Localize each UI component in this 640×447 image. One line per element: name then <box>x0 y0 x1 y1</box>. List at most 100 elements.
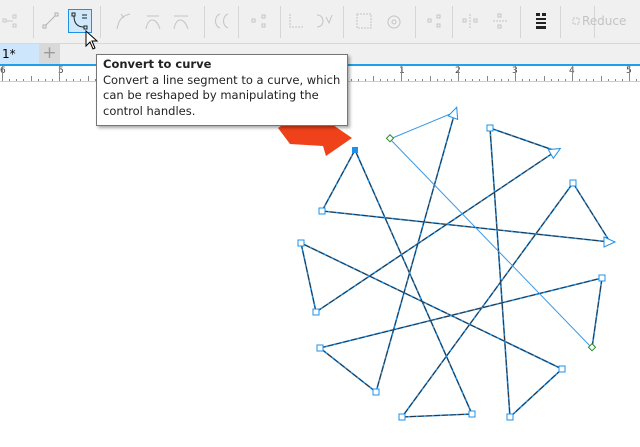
to-line-button[interactable] <box>40 10 62 32</box>
rotate-nodes-button[interactable] <box>383 10 405 32</box>
stretch-nodes-button[interactable] <box>353 10 375 32</box>
selected-segment[interactable] <box>389 111 456 140</box>
add-tab-button[interactable]: + <box>39 44 60 64</box>
ruler-tick <box>365 79 367 81</box>
separator <box>204 6 205 38</box>
ruler-tick <box>557 79 559 81</box>
ruler-tick <box>429 76 431 81</box>
ruler-tick <box>386 79 388 81</box>
ruler-tick <box>629 66 630 81</box>
smooth-node-button[interactable] <box>142 10 164 32</box>
reduce-nodes-button[interactable]: Reduce <box>582 14 626 28</box>
ruler-tick <box>507 79 509 81</box>
end-node-arrow-handle[interactable] <box>603 236 617 248</box>
reverse-direction-button[interactable] <box>210 10 232 32</box>
ruler-tick <box>73 79 75 81</box>
ruler-tick <box>479 79 481 81</box>
end-node-arrow-handle[interactable] <box>547 144 563 160</box>
stretch-nodes-icon <box>356 13 372 29</box>
path-segment-outline <box>572 182 611 243</box>
symmetric-node-icon <box>173 15 189 30</box>
star-curve-object[interactable] <box>297 106 617 421</box>
symmetric-node-button[interactable] <box>170 10 192 32</box>
separator <box>452 6 453 38</box>
ruler-tick <box>586 79 588 81</box>
separator <box>343 6 344 38</box>
select-all-nodes-icon <box>536 13 546 29</box>
node-handle[interactable] <box>318 207 326 215</box>
separator <box>415 6 416 38</box>
ruler-tick <box>550 79 552 81</box>
mirror-vertical-icon <box>493 13 507 29</box>
ruler-tick <box>572 66 573 81</box>
node-handle[interactable] <box>316 344 324 352</box>
ruler-tick <box>16 79 18 81</box>
ruler-tick <box>472 79 474 81</box>
tooltip: Convert to curve Convert a line segment … <box>96 54 348 126</box>
ruler-tick <box>621 79 623 81</box>
selected-segment[interactable] <box>389 138 593 349</box>
reverse-direction-icon <box>215 13 229 29</box>
ruler-tick <box>536 79 538 81</box>
ruler-tick <box>66 79 68 81</box>
ruler-tick <box>522 79 524 81</box>
ruler-tick <box>30 76 32 81</box>
path-segment-outline <box>401 413 473 418</box>
convert-to-curve-icon <box>71 12 88 30</box>
ruler-tick <box>80 79 82 81</box>
ruler-tick <box>422 79 424 81</box>
node-handle[interactable] <box>486 124 494 132</box>
ruler-tick <box>23 79 25 81</box>
node-handle[interactable] <box>468 410 476 418</box>
ruler-tick <box>379 79 381 81</box>
node-handle[interactable] <box>372 388 380 396</box>
node-handle[interactable] <box>598 274 606 282</box>
node-align-icon <box>2 14 17 28</box>
node-handle[interactable] <box>312 308 320 316</box>
start-node-diamond[interactable] <box>385 134 395 143</box>
ruler-tick <box>607 79 609 81</box>
ruler-tick <box>564 79 566 81</box>
node-handle[interactable] <box>569 179 577 187</box>
ruler-tick <box>636 79 638 81</box>
ruler-tick <box>600 76 602 81</box>
ruler-tick <box>9 79 11 81</box>
end-node-arrow-handle[interactable] <box>447 106 461 121</box>
separator <box>280 6 281 38</box>
mirror-horizontal-button[interactable] <box>459 10 481 32</box>
extend-curve-button[interactable] <box>286 10 308 32</box>
break-curve-button[interactable] <box>248 10 270 32</box>
separator <box>33 6 34 38</box>
align-nodes-icon <box>427 14 441 28</box>
tab-document[interactable]: 1* <box>0 44 40 64</box>
rotate-nodes-icon <box>387 15 401 29</box>
node-handle[interactable] <box>558 365 566 373</box>
mirror-horizontal-icon <box>462 14 478 28</box>
ruler-tick <box>44 79 46 81</box>
tooltip-body: Convert a line segment to a curve, which… <box>103 72 341 118</box>
node-handle[interactable] <box>398 413 406 421</box>
align-nodes-button[interactable] <box>424 10 446 32</box>
smooth-node-icon <box>145 15 161 30</box>
node-handle[interactable] <box>297 239 305 247</box>
mirror-vertical-button[interactable] <box>489 10 511 32</box>
ruler-tick <box>51 79 53 81</box>
select-all-nodes-button[interactable] <box>530 10 552 32</box>
ruler-tick <box>458 66 459 81</box>
ruler-tick <box>393 79 395 81</box>
node-align-button[interactable] <box>0 10 22 32</box>
extract-subpath-button[interactable] <box>313 10 335 32</box>
ruler-tick <box>500 79 502 81</box>
node-handle[interactable] <box>506 413 514 421</box>
cusp-node-button[interactable] <box>113 10 135 32</box>
ruler-tick <box>593 79 595 81</box>
line-segment-icon <box>42 12 59 29</box>
path-segment-outline <box>319 347 377 393</box>
ruler-tick <box>372 76 374 81</box>
ruler-tick <box>443 79 445 81</box>
drawing-canvas[interactable] <box>0 82 640 447</box>
separator <box>560 6 561 38</box>
ruler-tick <box>515 66 516 81</box>
selected-node-handle[interactable] <box>352 147 358 153</box>
ruler-tick <box>436 79 438 81</box>
